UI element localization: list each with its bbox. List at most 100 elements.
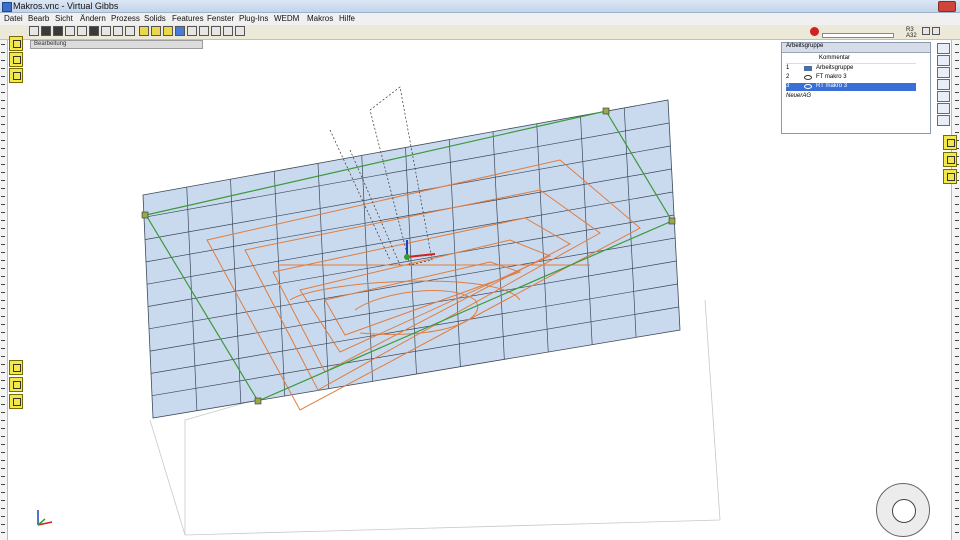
open-icon[interactable] bbox=[29, 26, 39, 36]
ruler-tick bbox=[1, 196, 5, 197]
solid-shade-icon[interactable] bbox=[163, 26, 173, 36]
ruler-tick bbox=[1, 212, 5, 213]
navigation-center-icon[interactable] bbox=[892, 499, 916, 523]
menu-andern[interactable]: Ändern bbox=[80, 14, 106, 23]
ruler-tick bbox=[955, 108, 959, 109]
ruler-tick bbox=[955, 452, 959, 453]
axis-icon bbox=[37, 510, 53, 526]
menu-solids[interactable]: Solids bbox=[144, 14, 166, 23]
solid-cyl-icon[interactable] bbox=[151, 26, 161, 36]
view-iso-icon[interactable] bbox=[101, 26, 111, 36]
tool-slot-3-button[interactable] bbox=[9, 68, 23, 83]
minimize-icon[interactable] bbox=[922, 27, 930, 35]
print-icon[interactable] bbox=[223, 26, 233, 36]
ruler-tick bbox=[1, 412, 5, 413]
ruler-tick bbox=[1, 236, 5, 237]
ruler-tick bbox=[1, 364, 5, 365]
view-wire-icon[interactable] bbox=[53, 26, 63, 36]
ruler-tick bbox=[955, 220, 959, 221]
menu-makros[interactable]: Makros bbox=[307, 14, 333, 23]
stop-icon[interactable] bbox=[810, 27, 819, 36]
ruler-tick bbox=[955, 468, 959, 469]
ruler-tick bbox=[1, 492, 5, 493]
ruler-tick bbox=[955, 100, 959, 101]
ruler-tick bbox=[955, 252, 959, 253]
maximize-icon[interactable] bbox=[932, 27, 940, 35]
right-tool-t1-button[interactable] bbox=[943, 135, 957, 150]
cursor-icon[interactable] bbox=[199, 26, 209, 36]
ruler-tick bbox=[1, 468, 5, 469]
ruler-tick bbox=[955, 324, 959, 325]
ruler-tick bbox=[955, 276, 959, 277]
ruler-tick bbox=[1, 220, 5, 221]
list-item[interactable]: 1 Arbeitsgruppe bbox=[786, 65, 916, 73]
ruler-tick bbox=[1, 180, 5, 181]
list-item[interactable]: 2 FT makro 3 bbox=[786, 74, 916, 82]
ruler-tick bbox=[1, 124, 5, 125]
tool-icon[interactable] bbox=[187, 26, 197, 36]
menu-bearb[interactable]: Bearb bbox=[28, 14, 49, 23]
view-top-icon[interactable] bbox=[77, 26, 87, 36]
row-number: 1 bbox=[786, 65, 790, 71]
snap-icon[interactable] bbox=[211, 26, 221, 36]
palette-move-icon[interactable] bbox=[937, 55, 950, 66]
view-fit-icon[interactable] bbox=[113, 26, 123, 36]
tool-t1-button[interactable] bbox=[9, 360, 23, 375]
navigation-wheel[interactable] bbox=[876, 483, 930, 537]
bearbeitung-panel[interactable]: Bearbeitung bbox=[30, 40, 203, 49]
menu-datei[interactable]: Datei bbox=[4, 14, 23, 23]
ruler-tick bbox=[955, 436, 959, 437]
view-solid-icon[interactable] bbox=[41, 26, 51, 36]
ruler-tick bbox=[955, 420, 959, 421]
ruler-tick bbox=[1, 420, 5, 421]
menu-hilfe[interactable]: Hilfe bbox=[339, 14, 355, 23]
solid-box-icon[interactable] bbox=[139, 26, 149, 36]
ruler-tick bbox=[1, 276, 5, 277]
view-front-icon[interactable] bbox=[65, 26, 75, 36]
palette-copy-icon[interactable] bbox=[937, 115, 950, 126]
menu-wedm[interactable]: WEDM bbox=[274, 14, 299, 23]
list-item-selected[interactable]: 3 RT makro 3 bbox=[786, 83, 916, 91]
view-side-icon[interactable] bbox=[89, 26, 99, 36]
palette-edit-icon[interactable] bbox=[937, 103, 950, 114]
ruler-tick bbox=[1, 164, 5, 165]
tool-t2-button[interactable] bbox=[9, 377, 23, 392]
tool-slot-2-button[interactable] bbox=[9, 52, 23, 67]
palette-plane-icon[interactable] bbox=[937, 79, 950, 90]
ruler-tick bbox=[1, 260, 5, 261]
close-window-button[interactable] bbox=[938, 1, 956, 12]
new-group-item[interactable]: NeuerAG bbox=[786, 93, 916, 101]
ruler-tick bbox=[1, 284, 5, 285]
right-tool-t3-button[interactable] bbox=[943, 169, 957, 184]
palette-select-icon[interactable] bbox=[937, 43, 950, 54]
render-icon[interactable] bbox=[175, 26, 185, 36]
ruler-tick bbox=[1, 252, 5, 253]
menu-prozess[interactable]: Prozess bbox=[111, 14, 140, 23]
row-number: 3 bbox=[786, 83, 790, 89]
menu-sicht[interactable]: Sicht bbox=[55, 14, 73, 23]
ruler-tick bbox=[1, 316, 5, 317]
ruler-tick bbox=[955, 516, 959, 517]
menu-features[interactable]: Features bbox=[172, 14, 204, 23]
ruler-tick bbox=[955, 212, 959, 213]
menu-fenster[interactable]: Fenster bbox=[207, 14, 234, 23]
palette-rotate-icon[interactable] bbox=[937, 67, 950, 78]
ruler-tick bbox=[1, 156, 5, 157]
ruler-tick bbox=[1, 348, 5, 349]
new-group-label: NeuerAG bbox=[786, 93, 812, 99]
right-tool-t2-button[interactable] bbox=[943, 152, 957, 167]
ruler-tick bbox=[955, 476, 959, 477]
arbeitsgruppe-panel[interactable]: Arbeitsgruppe Kommentar 1 Arbeitsgruppe … bbox=[781, 42, 931, 134]
tool-t3-button[interactable] bbox=[9, 394, 23, 409]
ruler-tick bbox=[955, 196, 959, 197]
ruler-tick bbox=[1, 44, 5, 45]
help-icon[interactable] bbox=[235, 26, 245, 36]
ruler-tick bbox=[1, 292, 5, 293]
tool-slot-1-button[interactable] bbox=[9, 36, 23, 51]
menu-plugins[interactable]: Plug-Ins bbox=[239, 14, 268, 23]
ruler-tick bbox=[1, 476, 5, 477]
palette-surface-icon[interactable] bbox=[937, 91, 950, 102]
zoom-icon[interactable] bbox=[125, 26, 135, 36]
ruler-tick bbox=[1, 100, 5, 101]
ruler-tick bbox=[955, 228, 959, 229]
